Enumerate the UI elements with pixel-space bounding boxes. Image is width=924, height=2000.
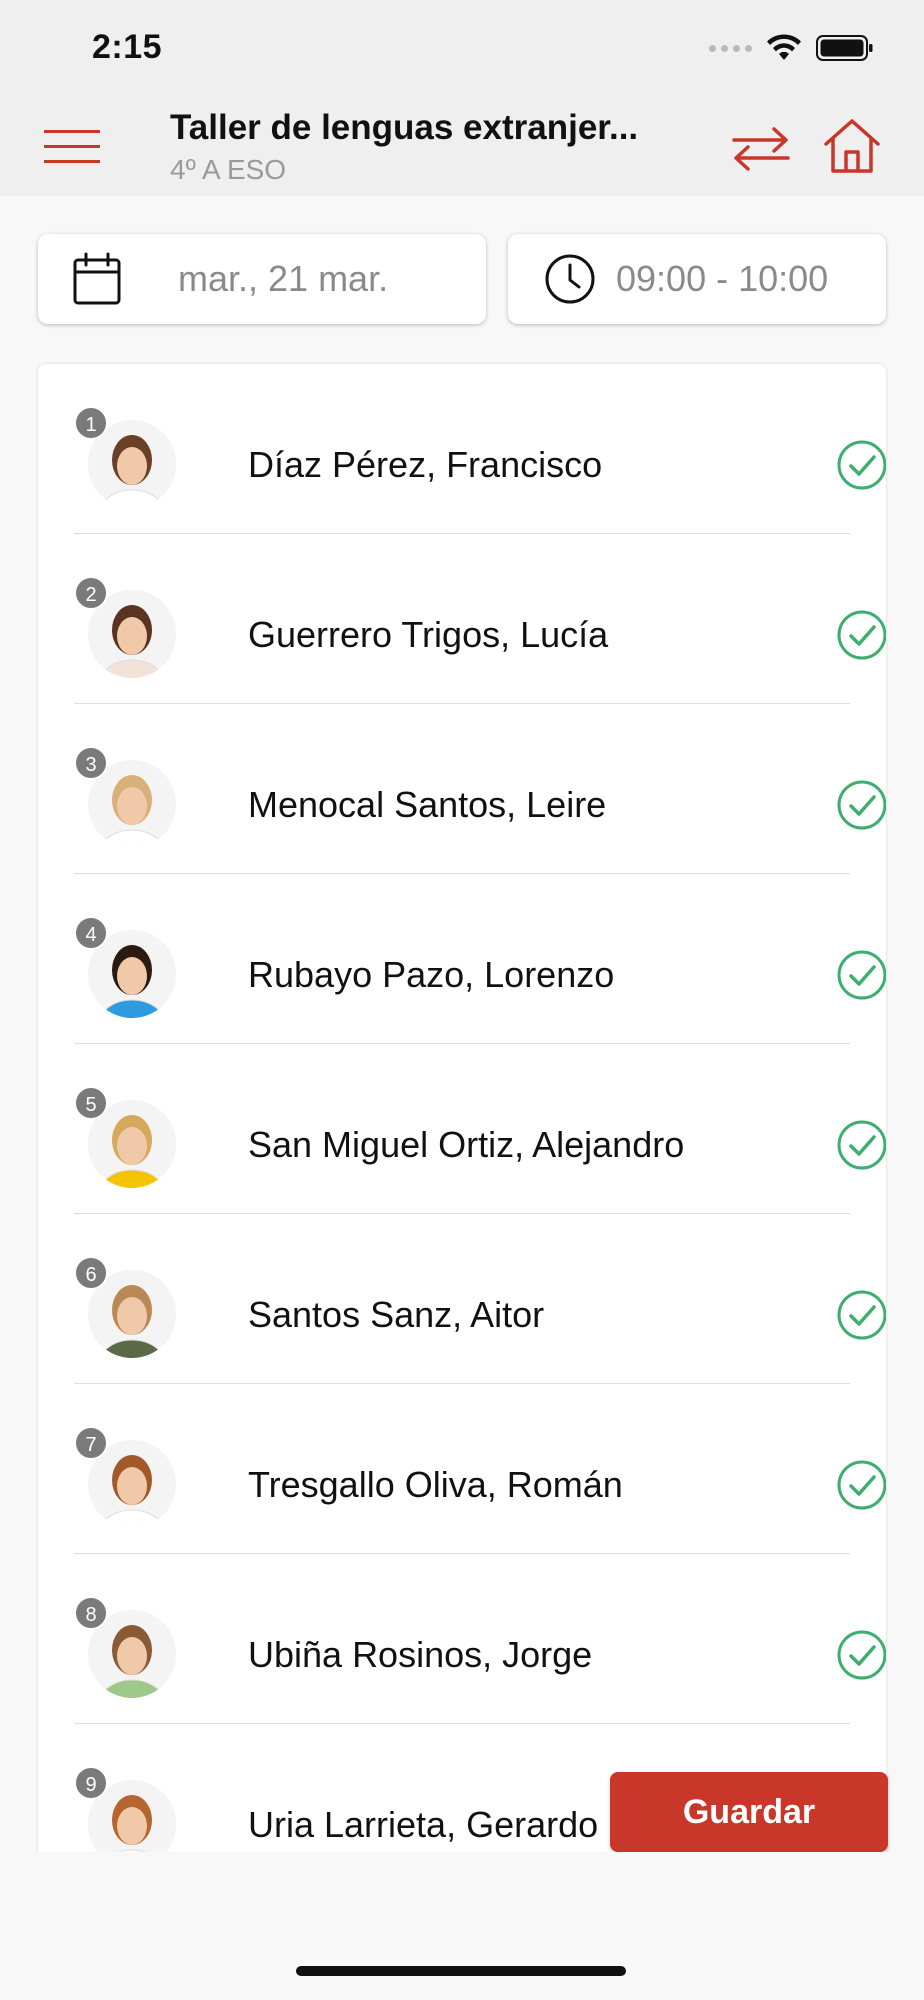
student-number-badge: 8 [74, 1596, 108, 1630]
check-circle-icon[interactable] [836, 1629, 886, 1681]
status-bar: 2:15 [0, 0, 924, 98]
student-name: Tresgallo Oliva, Román [248, 1464, 623, 1505]
hamburger-icon [44, 130, 100, 163]
check-circle-icon[interactable] [836, 439, 886, 491]
student-name: Ubiña Rosinos, Jorge [248, 1634, 593, 1675]
check-circle-icon[interactable] [836, 779, 886, 831]
menu-button[interactable] [42, 122, 102, 172]
date-picker[interactable]: mar., 21 mar. [38, 234, 486, 324]
student-name: Menocal Santos, Leire [248, 784, 607, 825]
home-indicator[interactable] [296, 1966, 626, 1976]
student-number-badge: 6 [74, 1256, 108, 1290]
student-number-badge: 9 [74, 1766, 108, 1800]
student-name: Uria Larrieta, Gerardo [248, 1804, 599, 1845]
student-name: Guerrero Trigos, Lucía [248, 614, 609, 655]
page-title: Taller de lenguas extranjer... [170, 108, 639, 147]
student-number-badge: 1 [74, 406, 108, 440]
wifi-icon [767, 34, 801, 60]
student-row[interactable]: 4 Rubayo Pazo, Lorenzo [74, 874, 886, 1044]
battery-icon [816, 35, 873, 61]
time-value: 09:00 - 10:00 [616, 258, 829, 299]
student-list: 1 Díaz Pérez, Francisco 2 Guerrero Trigos, … [38, 364, 886, 1864]
check-circle-icon[interactable] [836, 609, 886, 661]
calendar-icon [73, 252, 121, 305]
student-row[interactable]: 8 Ubiña Rosinos, Jorge [74, 1554, 886, 1724]
check-circle-icon[interactable] [836, 1459, 886, 1511]
student-name: Rubayo Pazo, Lorenzo [248, 954, 615, 995]
student-row[interactable]: 1 Díaz Pérez, Francisco [74, 364, 886, 534]
status-time: 2:15 [92, 28, 163, 66]
student-number-badge: 4 [74, 916, 108, 950]
student-number-badge: 2 [74, 576, 108, 610]
check-circle-icon[interactable] [836, 949, 886, 1001]
swap-button[interactable] [730, 120, 792, 176]
student-number-badge: 5 [74, 1086, 108, 1120]
check-circle-icon[interactable] [836, 1119, 886, 1171]
student-row[interactable]: 5 San Miguel Ortiz, Alejandro [74, 1044, 886, 1214]
student-name: Díaz Pérez, Francisco [248, 444, 603, 485]
nav-bar: Taller de lenguas extranjer... 4º A ESO [0, 98, 924, 196]
student-name: Santos Sanz, Aitor [248, 1294, 545, 1335]
student-row[interactable]: 3 Menocal Santos, Leire [74, 704, 886, 874]
status-icons [709, 34, 874, 62]
swap-arrows-icon [732, 127, 790, 171]
time-picker[interactable]: 09:00 - 10:00 [508, 234, 886, 324]
student-row[interactable]: 6 Santos Sanz, Aitor [74, 1214, 886, 1384]
student-number-badge: 7 [74, 1426, 108, 1460]
check-circle-icon[interactable] [836, 1289, 886, 1341]
save-button[interactable]: Guardar [610, 1772, 888, 1852]
date-value: mar., 21 mar. [178, 258, 389, 299]
home-button[interactable] [820, 116, 884, 176]
student-name: San Miguel Ortiz, Alejandro [248, 1124, 685, 1165]
clock-icon [545, 254, 595, 304]
student-number-badge: 3 [74, 746, 108, 780]
bottom-area [0, 1852, 924, 2000]
student-row[interactable]: 2 Guerrero Trigos, Lucía [74, 534, 886, 704]
home-icon [824, 119, 880, 173]
student-row[interactable]: 7 Tresgallo Oliva, Román [74, 1384, 886, 1554]
cellular-signal-icon [709, 44, 752, 52]
page-subtitle: 4º A ESO [170, 154, 287, 185]
